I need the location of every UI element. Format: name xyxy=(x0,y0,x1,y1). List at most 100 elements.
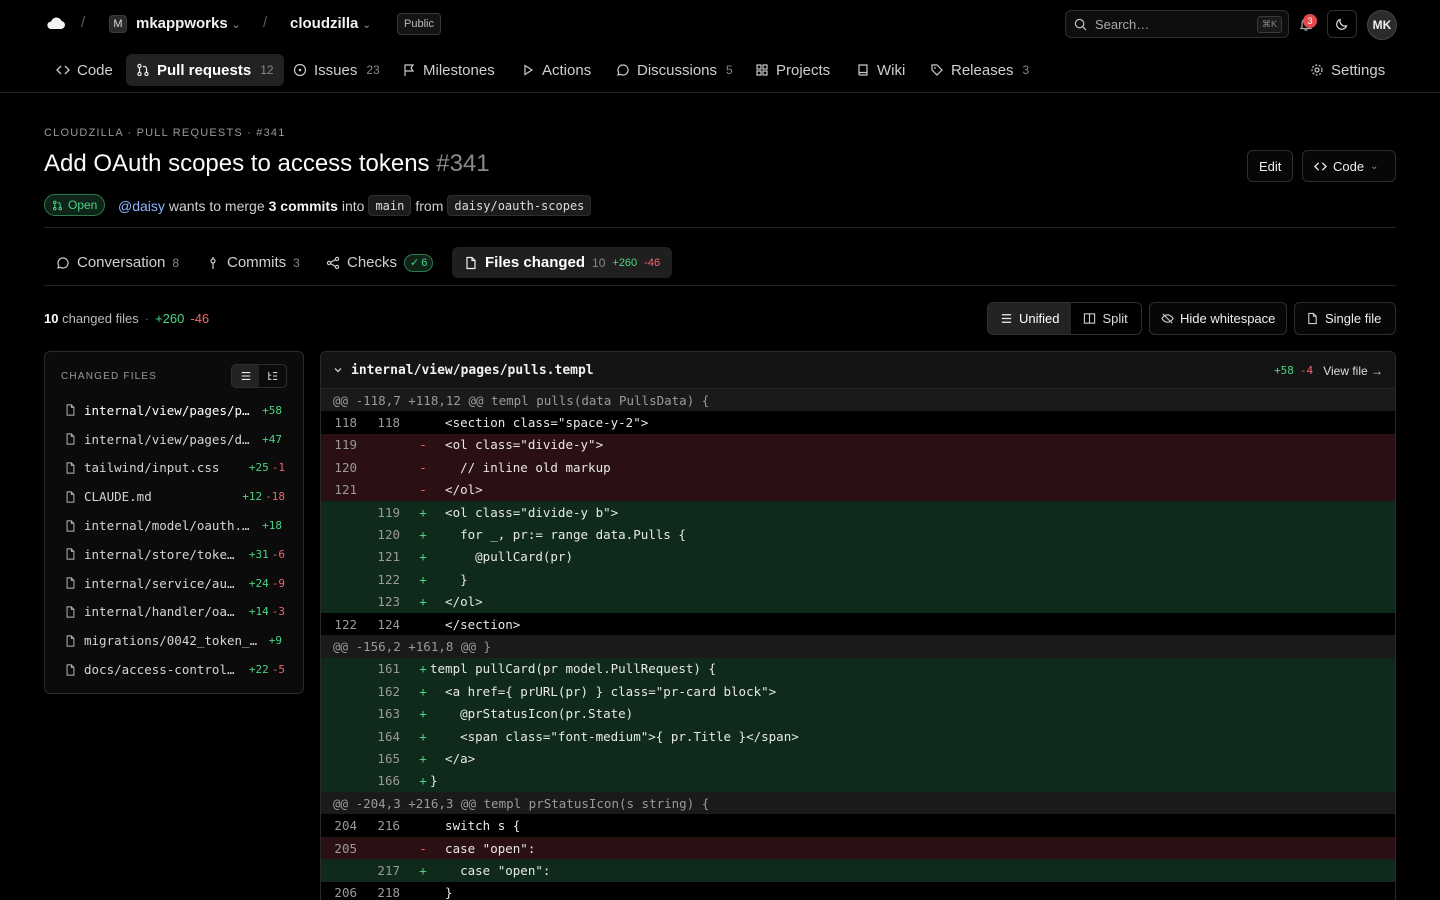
new-line-number[interactable]: 123 xyxy=(361,594,404,609)
theme-toggle-button[interactable] xyxy=(1327,10,1357,38)
repo-switcher[interactable]: cloudzilla ⌄ xyxy=(290,15,371,32)
hide-whitespace-button[interactable]: Hide whitespace xyxy=(1149,302,1288,335)
file-list-item[interactable]: internal/store/tokens.go +31-6 xyxy=(55,540,295,569)
hunk-header[interactable]: @@ -156,2 +161,8 @@ } xyxy=(321,635,1395,658)
org-switcher[interactable]: mkappworks ⌄ xyxy=(136,15,240,32)
chevron-down-icon[interactable] xyxy=(333,365,343,375)
tab-checks[interactable]: Checks ✓ 6 xyxy=(314,247,445,278)
new-line-number[interactable]: 121 xyxy=(361,549,404,564)
new-line-number[interactable]: 162 xyxy=(361,684,404,699)
file-deletions: -1 xyxy=(271,461,285,475)
cloud-logo-icon[interactable] xyxy=(46,15,66,31)
nav-pulls-label: Pull requests xyxy=(157,61,252,79)
top-bar: / M mkappworks ⌄ / cloudzilla ⌄ Public ⌘… xyxy=(0,0,1440,48)
hunk-header[interactable]: @@ -204,3 +216,3 @@ templ prStatusIcon(s… xyxy=(321,792,1395,815)
edit-button[interactable]: Edit xyxy=(1247,150,1294,182)
file-list-item[interactable]: internal/view/pages/diff.templ +47 xyxy=(55,425,295,454)
new-line-number[interactable]: 165 xyxy=(361,751,404,766)
base-branch[interactable]: main xyxy=(368,195,412,216)
new-line-number[interactable]: 122 xyxy=(361,572,404,587)
diff-code: templ pullCard(pr model.PullRequest) { xyxy=(430,661,716,677)
diff-code: </ol> xyxy=(430,482,483,498)
nav-wiki[interactable]: Wiki xyxy=(846,54,915,86)
diff-code: <section class="space-y-2"> xyxy=(430,415,649,431)
tab-conversation[interactable]: Conversation 8 xyxy=(44,247,191,278)
old-line-number[interactable]: 121 xyxy=(321,482,361,497)
view-file-link[interactable]: View file → xyxy=(1323,364,1383,378)
nav-code[interactable]: Code xyxy=(46,54,123,86)
nav-actions[interactable]: Actions xyxy=(511,54,601,86)
hunk-header[interactable]: @@ -118,7 +118,12 @@ templ pulls(data Pu… xyxy=(321,389,1395,412)
head-branch[interactable]: daisy/oauth-scopes xyxy=(447,195,592,216)
nav-projects-label: Projects xyxy=(776,61,831,79)
file-icon xyxy=(66,606,75,618)
tree-view-button[interactable] xyxy=(259,365,286,387)
tab-files-changed[interactable]: Files changed 10 +260 -46 xyxy=(452,247,673,278)
split-view-button[interactable]: Split xyxy=(1071,303,1139,334)
file-list-item[interactable]: internal/handler/oauth.go +14-3 xyxy=(55,598,295,627)
old-line-number[interactable]: 119 xyxy=(321,437,361,452)
file-diff: internal/view/pages/pulls.templ +58 -4 V… xyxy=(320,351,1396,900)
single-file-button[interactable]: Single file xyxy=(1294,302,1396,335)
nav-discussions[interactable]: Discussions 5 xyxy=(606,54,743,86)
old-line-number[interactable]: 204 xyxy=(321,818,361,833)
tab-commits-label: Commits xyxy=(227,254,287,271)
search-input[interactable] xyxy=(1095,16,1255,32)
author-link[interactable]: @daisy xyxy=(118,198,165,214)
new-line-number[interactable]: 124 xyxy=(361,617,404,632)
new-line-number[interactable]: 218 xyxy=(361,885,404,900)
new-line-number[interactable]: 164 xyxy=(361,729,404,744)
file-additions: +9 xyxy=(268,634,282,648)
file-deletions: -6 xyxy=(271,547,285,561)
user-avatar[interactable]: MK xyxy=(1367,10,1397,40)
checks-count: 6 xyxy=(421,256,428,269)
repo-nav: Code Pull requests 12 Issues 23 Mileston… xyxy=(0,48,1440,93)
nav-pull-requests[interactable]: Pull requests 12 xyxy=(126,54,284,86)
new-line-number[interactable]: 217 xyxy=(361,863,404,878)
edit-button-label: Edit xyxy=(1259,158,1282,174)
diff-sign: + xyxy=(419,571,427,587)
from-text: from xyxy=(415,197,444,214)
nav-projects[interactable]: Projects xyxy=(745,54,840,86)
nav-milestones[interactable]: Milestones xyxy=(392,54,505,86)
flat-list-button[interactable] xyxy=(232,365,259,387)
diff-code: switch s { xyxy=(430,818,521,834)
file-list-item[interactable]: internal/view/pages/pulls.templ +58 xyxy=(55,396,295,425)
nav-settings[interactable]: Settings xyxy=(1300,54,1395,86)
diff-line-added: 120 + for _, pr:= range data.Pulls { xyxy=(321,523,1395,546)
file-list-item[interactable]: CLAUDE.md +12 -18 xyxy=(55,482,295,511)
old-line-number[interactable]: 122 xyxy=(321,617,361,632)
code-icon xyxy=(56,65,70,75)
file-list-item[interactable]: migrations/0042_token_scopes.sql +9 xyxy=(55,626,295,655)
file-icon xyxy=(66,577,75,589)
new-line-number[interactable]: 118 xyxy=(361,415,404,430)
file-list-item[interactable]: internal/model/oauth.go +18 xyxy=(55,511,295,540)
unified-view-button[interactable]: Unified xyxy=(988,303,1072,334)
new-line-number[interactable]: 166 xyxy=(361,773,404,788)
old-line-number[interactable]: 120 xyxy=(321,460,361,475)
diff-line-added: 122 + } xyxy=(321,568,1395,591)
new-line-number[interactable]: 120 xyxy=(361,527,404,542)
tab-commits[interactable]: Commits 3 xyxy=(194,247,312,278)
diff-lines: @@ -118,7 +118,12 @@ templ pulls(data Pu… xyxy=(321,389,1395,900)
nav-issues[interactable]: Issues 23 xyxy=(283,54,390,86)
changed-files-sidebar: CHANGED FILES internal/view/pages/pulls.… xyxy=(44,351,304,694)
new-line-number[interactable]: 161 xyxy=(361,661,404,676)
new-line-number[interactable]: 119 xyxy=(361,505,404,520)
file-list-item[interactable]: docs/access-control.md +22 -5 xyxy=(55,655,295,684)
old-line-number[interactable]: 205 xyxy=(321,841,361,856)
old-line-number[interactable]: 118 xyxy=(321,415,361,430)
diff-line-added: 164 + <span class="font-medium">{ pr.Titl… xyxy=(321,724,1395,748)
split-label: Split xyxy=(1102,311,1128,326)
old-line-number[interactable]: 206 xyxy=(321,885,361,900)
hide-whitespace-label: Hide whitespace xyxy=(1180,311,1276,326)
diff-line-added: 217 + case "open": xyxy=(321,859,1395,882)
diff-summary: 10 changed files · +260 -46 xyxy=(44,311,209,326)
code-dropdown-button[interactable]: Code ⌄ xyxy=(1302,150,1396,182)
search-box[interactable]: ⌘K xyxy=(1065,10,1289,38)
new-line-number[interactable]: 216 xyxy=(361,818,404,833)
file-list-item[interactable]: tailwind/input.css +25 -1 xyxy=(55,454,295,483)
nav-releases[interactable]: Releases 3 xyxy=(920,54,1039,86)
file-list-item[interactable]: internal/service/auth.go +24-9 xyxy=(55,569,295,598)
new-line-number[interactable]: 163 xyxy=(361,706,404,721)
